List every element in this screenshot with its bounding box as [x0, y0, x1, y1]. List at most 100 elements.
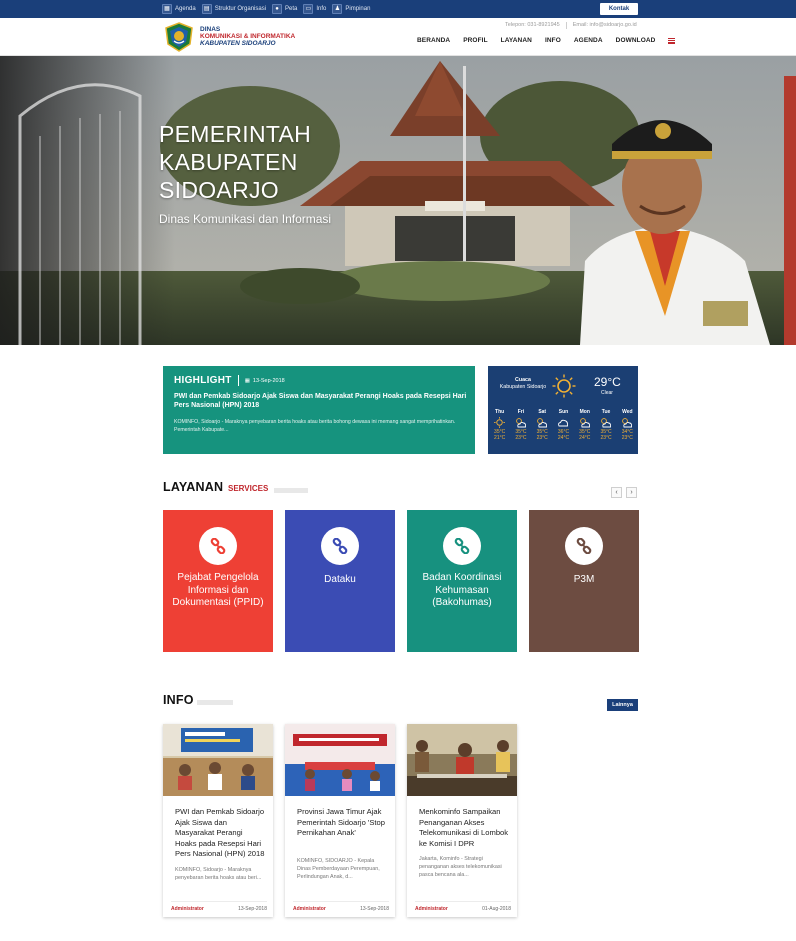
nav-info[interactable]: INFO — [545, 37, 561, 44]
service-card-ppid[interactable]: Pejabat Pengelola Informasi dan Dokument… — [163, 510, 273, 652]
forecast-low: 23°C — [621, 435, 633, 441]
nav-download[interactable]: DOWNLOAD — [616, 37, 656, 44]
phone-text: Telepon: 031-8921945 — [505, 22, 560, 28]
kontak-button[interactable]: Kontak — [600, 3, 638, 15]
highlight-date-text: 13-Sep-2018 — [252, 377, 285, 384]
sidoarjo-emblem-icon[interactable] — [163, 22, 195, 52]
lainnya-button[interactable]: Lainnya — [607, 699, 638, 711]
contact-line: Telepon: 031-8921945 Email: info@sidoarj… — [505, 22, 637, 29]
contact-separator — [565, 22, 567, 29]
layanan-title: LAYANAN — [163, 480, 224, 494]
top-link-label: Agenda — [175, 6, 196, 12]
service-card-p3m[interactable]: P3M — [529, 510, 639, 652]
divider — [237, 375, 239, 386]
logo-line-kominfo: KOMUNIKASI & INFORMATIKA — [200, 33, 296, 40]
partly-cloudy-icon — [595, 415, 616, 429]
top-link-info[interactable]: ▭ Info — [303, 3, 326, 15]
news-author[interactable]: Administrator — [415, 906, 448, 912]
top-link-label: Struktur Organisasi — [214, 6, 267, 12]
news-date: 01-Aug-2018 — [482, 906, 511, 912]
forecast-low: 23°C — [600, 435, 612, 441]
sun-icon — [489, 415, 510, 429]
link-icon — [321, 527, 359, 565]
service-card-dataku[interactable]: Dataku — [285, 510, 395, 652]
highlight-date: ▦ 13-Sep-2018 — [245, 378, 285, 384]
forecast-low: 24°C — [579, 435, 591, 441]
info-card[interactable]: Provinsi Jawa Timur Ajak Pemerintah Sido… — [285, 724, 395, 917]
news-date: 13-Sep-2018 — [238, 906, 267, 912]
forecast-day: Mon 35°C 24°C — [574, 409, 595, 441]
news-excerpt: KOMINFO, SIDOARJO - Kepala Dinas Pemberd… — [297, 858, 380, 880]
news-date: 13-Sep-2018 — [360, 906, 389, 912]
hero-title-line: PEMERINTAH — [159, 121, 312, 147]
top-link-agenda[interactable]: ▦ Agenda — [162, 3, 196, 15]
forecast-day: Sun 36°C 24°C — [553, 409, 574, 441]
section-underline — [274, 488, 308, 493]
org-chart-icon: ▤ — [201, 4, 212, 14]
hero-title-line: KABUPATEN — [159, 149, 298, 175]
news-title[interactable]: PWI dan Pemkab Sidoarjo Ajak Siswa dan M… — [175, 807, 265, 860]
top-link-pimpinan[interactable]: ♟ Pimpinan — [332, 3, 370, 15]
logo-text[interactable]: DINAS KOMUNIKASI & INFORMATIKA KABUPATEN… — [200, 26, 295, 47]
service-label: Dataku — [324, 574, 356, 585]
layanan-subtitle: SERVICES — [228, 484, 269, 493]
highlight-box[interactable]: HIGHLIGHT ▦ 13-Sep-2018 PWI dan Pemkab S… — [163, 366, 475, 454]
news-image — [163, 724, 273, 796]
forecast-day: Wed 34°C 23°C — [617, 409, 638, 441]
news-meta: Administrator 13-Sep-2018 — [293, 901, 389, 912]
carousel-prev-button[interactable]: ‹ — [611, 487, 622, 498]
hero-image — [0, 56, 796, 345]
main-nav: BERANDA PROFIL LAYANAN INFO AGENDA DOWNL… — [417, 37, 676, 44]
forecast-day: Thu 35°C 21°C — [489, 409, 510, 441]
weather-forecast: Thu 35°C 21°C Fri 35°C 23°C Sat 35°C 23°… — [489, 409, 638, 441]
highlight-header: HIGHLIGHT ▦ 13-Sep-2018 — [174, 375, 285, 386]
nav-layanan[interactable]: LAYANAN — [501, 37, 532, 44]
map-pin-icon: ● — [272, 4, 283, 14]
email-link[interactable]: Email: info@sidoarjo.go.id — [573, 22, 637, 29]
top-link-struktur[interactable]: ▤ Struktur Organisasi — [201, 3, 267, 15]
partly-cloudy-icon — [574, 415, 595, 429]
partly-cloudy-icon — [617, 415, 638, 429]
user-icon: ♟ — [332, 4, 343, 14]
service-label: Badan Koordinasi Kehumasan (Bakohumas) — [422, 572, 502, 608]
news-excerpt: KOMINFO, Sidoarjo - Maraknya penyebaran … — [175, 867, 262, 881]
top-link-label: Pimpinan — [345, 6, 371, 12]
weather-widget: Cuaca Kabupaten Sidoarjo 29°C Clear Thu … — [488, 366, 638, 454]
service-card-bakohumas[interactable]: Badan Koordinasi Kehumasan (Bakohumas) — [407, 510, 517, 652]
nav-beranda[interactable]: BERANDA — [417, 37, 450, 44]
top-bar: ▦ Agenda ▤ Struktur Organisasi ● Peta ▭ … — [0, 0, 796, 18]
top-link-label: Peta — [285, 6, 298, 12]
news-meta: Administrator 01-Aug-2018 — [415, 901, 511, 912]
news-title[interactable]: Menkominfo Sampaikan Penanganan Akses Te… — [419, 807, 509, 849]
link-icon — [443, 527, 481, 565]
info-title: INFO — [163, 693, 194, 707]
carousel-next-button[interactable]: › — [626, 487, 637, 498]
forecast-low: 21°C — [494, 435, 506, 441]
highlight-title[interactable]: PWI dan Pemkab Sidoarjo Ajak Siswa dan M… — [174, 393, 470, 410]
nav-profil[interactable]: PROFIL — [463, 37, 487, 44]
service-label: P3M — [573, 574, 595, 585]
nav-agenda[interactable]: AGENDA — [574, 37, 603, 44]
highlight-label: HIGHLIGHT — [174, 375, 232, 386]
info-card[interactable]: PWI dan Pemkab Sidoarjo Ajak Siswa dan M… — [163, 724, 273, 917]
weather-city: Kabupaten Sidoarjo — [499, 383, 547, 390]
news-author[interactable]: Administrator — [171, 906, 204, 912]
sun-icon — [552, 374, 576, 398]
hero-title: PEMERINTAH KABUPATEN SIDOARJO — [159, 120, 311, 204]
news-image — [285, 724, 395, 796]
forecast-day: Sat 35°C 23°C — [532, 409, 553, 441]
news-author[interactable]: Administrator — [293, 906, 326, 912]
forecast-low: 24°C — [557, 435, 570, 441]
news-title[interactable]: Provinsi Jawa Timur Ajak Pemerintah Sido… — [297, 807, 387, 839]
hero-title-line: SIDOARJO — [159, 177, 279, 203]
top-link-peta[interactable]: ● Peta — [272, 3, 297, 15]
info-card[interactable]: Menkominfo Sampaikan Penanganan Akses Te… — [407, 724, 517, 917]
weather-condition: Clear — [601, 390, 613, 396]
forecast-low: 23°C — [515, 435, 527, 441]
hero-banner: PEMERINTAH KABUPATEN SIDOARJO Dinas Komu… — [0, 56, 796, 345]
section-underline — [197, 700, 233, 705]
link-icon — [565, 527, 603, 565]
link-icon — [199, 527, 237, 565]
menu-icon[interactable] — [668, 37, 676, 44]
calendar-icon: ▦ — [162, 4, 172, 14]
